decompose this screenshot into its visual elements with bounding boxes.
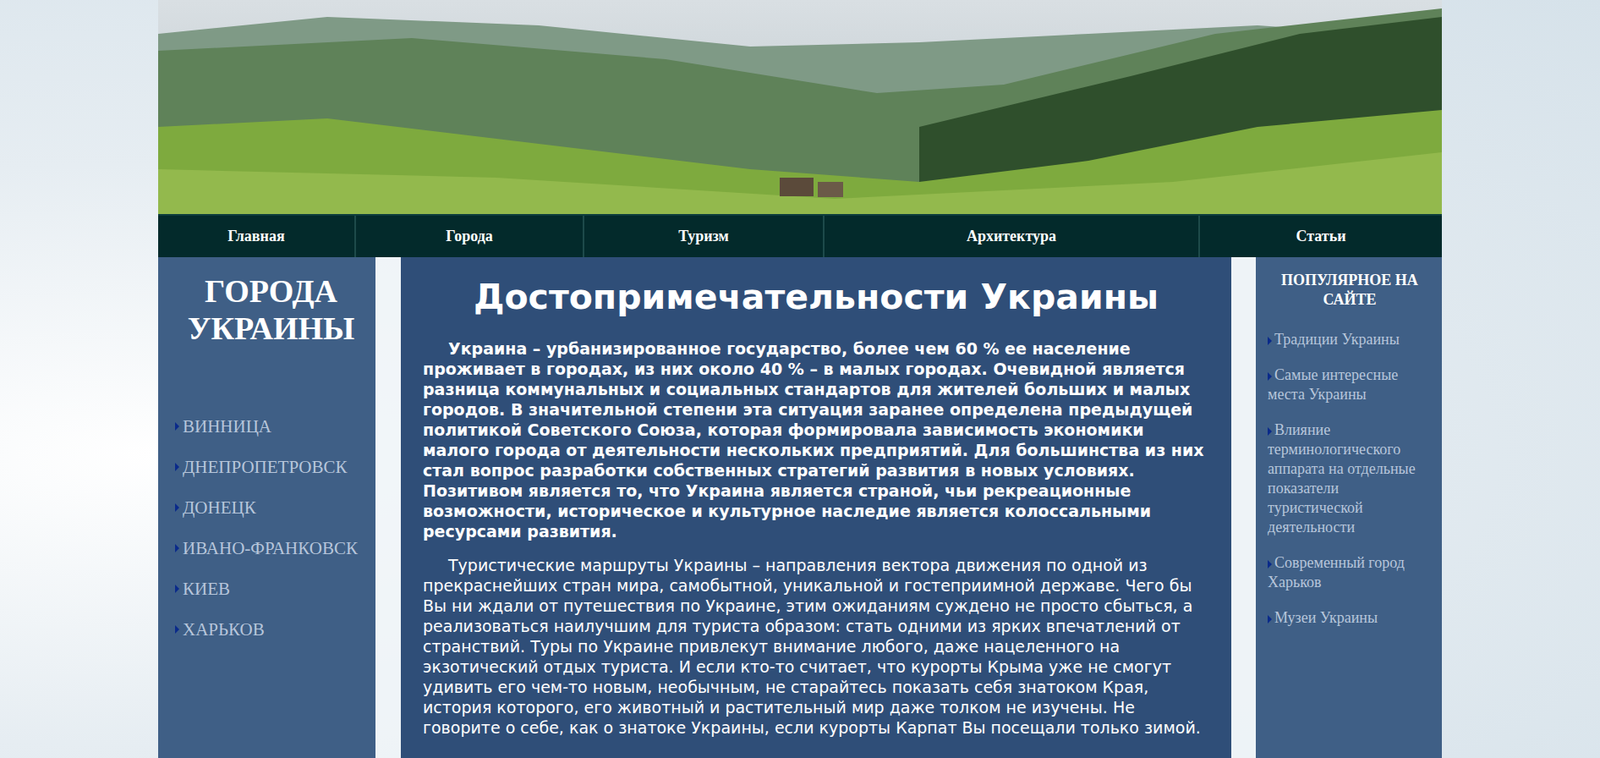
sidebar-item[interactable]: ИВАНО-ФРАНКОВСК: [175, 527, 368, 569]
main-nav: ГлавнаяГородаТуризмАрхитектураСтатьи: [158, 213, 1442, 258]
bullet-icon: [1267, 559, 1272, 569]
page-title: Достопримечательности Украины: [422, 275, 1210, 318]
spacer: [1231, 257, 1256, 758]
sidebar-item[interactable]: ДОНЕЦК: [175, 487, 368, 528]
bullet-icon: [175, 462, 180, 472]
bullet-icon: [175, 543, 180, 553]
sidebar-item[interactable]: ВИННИЦА: [175, 405, 368, 447]
sidebar-item[interactable]: КИЕВ: [175, 568, 368, 609]
popular-item[interactable]: Музеи Украины: [1267, 608, 1432, 628]
popular-link[interactable]: Современный город Харьков: [1267, 553, 1405, 591]
bullet-icon: [1267, 336, 1272, 346]
cities-sidebar: ГОРОДА УКРАИНЫ ВИННИЦА ДНЕПРОПЕТРОВСК ДОНЕЦ…: [158, 257, 376, 758]
nav-item[interactable]: Туризм: [584, 215, 825, 258]
article-paragraph: Украина – урбанизированное государство, …: [422, 338, 1210, 542]
popular-item[interactable]: Современный город Харьков: [1267, 553, 1432, 592]
bullet-icon: [1267, 372, 1272, 381]
bullet-icon: [1267, 614, 1272, 624]
bullet-icon: [175, 421, 180, 431]
bullet-icon: [1267, 427, 1272, 436]
nav-item[interactable]: Статьи: [1200, 215, 1442, 258]
main-content: Достопримечательности Украины Украина – у…: [400, 257, 1232, 758]
city-link[interactable]: ДНЕПРОПЕТРОВСК: [182, 456, 348, 478]
header-photo: [158, 0, 1442, 214]
city-link[interactable]: ДОНЕЦК: [182, 497, 257, 519]
spacer: [375, 257, 401, 758]
content-area: ГОРОДА УКРАИНЫ ВИННИЦА ДНЕПРОПЕТРОВСК ДОНЕЦ…: [158, 257, 1442, 758]
city-link[interactable]: ХАРЬКОВ: [182, 619, 265, 641]
popular-link[interactable]: Самые интересные места Украины: [1267, 366, 1398, 403]
bullet-icon: [175, 624, 180, 634]
bullet-icon: [175, 503, 180, 512]
popular-link[interactable]: Влияние терминологического аппарата на о…: [1267, 421, 1416, 536]
popular-link[interactable]: Традиции Украины: [1274, 330, 1400, 348]
nav-item[interactable]: Архитектура: [824, 215, 1200, 258]
popular-item[interactable]: Традиции Украины: [1267, 329, 1432, 350]
nav-item[interactable]: Главная: [158, 215, 357, 258]
page: ГлавнаяГородаТуризмАрхитектураСтатьиГОРО…: [158, 0, 1442, 758]
popular-item[interactable]: Влияние терминологического аппарата на о…: [1267, 420, 1432, 537]
city-link[interactable]: ИВАНО-ФРАНКОВСК: [182, 537, 358, 559]
sidebar-title: ГОРОДА УКРАИНЫ: [175, 272, 368, 347]
nav-item[interactable]: Города: [356, 215, 585, 258]
popular-item[interactable]: Самые интересные места Украины: [1267, 365, 1432, 405]
popular-title: ПОПУЛЯРНОЕ НА САЙТЕ: [1267, 270, 1432, 310]
popular-link[interactable]: Музеи Украины: [1274, 608, 1378, 626]
article-paragraph: Туристические маршруты Украины – направл…: [422, 554, 1210, 738]
city-link[interactable]: КИЕВ: [182, 578, 231, 600]
sidebar-item[interactable]: ХАРЬКОВ: [175, 608, 368, 650]
popular-sidebar: ПОПУЛЯРНОЕ НА САЙТЕ Традиции Украины Самые…: [1255, 257, 1442, 758]
city-link[interactable]: ВИННИЦА: [182, 416, 272, 438]
sidebar-item[interactable]: ДНЕПРОПЕТРОВСК: [175, 446, 368, 488]
bullet-icon: [175, 584, 180, 593]
